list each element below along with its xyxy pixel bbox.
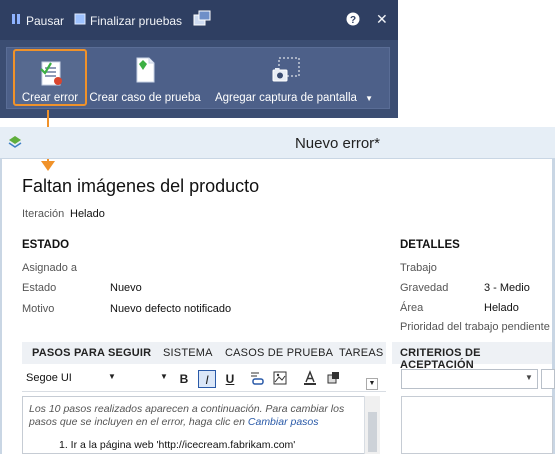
steps-scrollbar[interactable] bbox=[364, 396, 380, 454]
state-section-heading: ESTADO bbox=[22, 239, 70, 251]
reason-label: Motivo bbox=[22, 303, 55, 315]
tab-acceptance-criteria[interactable]: CRITERIOS DE ACEPTACIÓN bbox=[400, 347, 552, 371]
pause-icon bbox=[10, 13, 22, 28]
help-icon: ? bbox=[346, 12, 360, 29]
insert-image-icon[interactable] bbox=[271, 370, 289, 388]
tab-steps[interactable]: PASOS PARA SEGUIR bbox=[32, 347, 151, 359]
reason-field[interactable]: Nuevo defecto notificado bbox=[110, 303, 231, 315]
create-test-case-label: Crear caso de prueba bbox=[89, 92, 201, 104]
acceptance-criteria-editor[interactable] bbox=[401, 396, 553, 454]
switch-window-button[interactable] bbox=[193, 10, 211, 31]
acceptance-font-select[interactable] bbox=[401, 369, 538, 389]
add-screenshot-label: Agregar captura de pantalla ▼ bbox=[211, 92, 377, 104]
bold-button[interactable]: B bbox=[175, 370, 193, 388]
state-field[interactable]: Nuevo bbox=[110, 282, 142, 294]
svg-text:?: ? bbox=[350, 15, 356, 26]
add-screenshot-text: Agregar captura de pantalla bbox=[214, 92, 357, 104]
help-button[interactable]: ? bbox=[346, 12, 360, 29]
work-item-titlebar: Nuevo error* bbox=[0, 127, 555, 159]
window-border-left bbox=[0, 159, 2, 454]
work-label: Trabajo bbox=[400, 262, 437, 274]
create-bug-button[interactable]: Crear error bbox=[13, 49, 87, 106]
list-item: 1. Ir a la página web 'http://icecream.f… bbox=[59, 439, 296, 451]
create-bug-label: Crear error bbox=[21, 92, 79, 104]
state-label: Estado bbox=[22, 282, 57, 294]
scrollbar-thumb[interactable] bbox=[368, 412, 377, 452]
add-screenshot-button[interactable]: Agregar captura de pantalla ▼ bbox=[211, 48, 377, 108]
test-runner-toolbar: Pausar Finalizar pruebas ? ✕ Crear error… bbox=[0, 0, 398, 118]
formatting-toolbar: Segoe UI ▼ ▼ B I U ▼ bbox=[22, 366, 386, 392]
tab-tasks[interactable]: TAREAS bbox=[339, 347, 383, 359]
font-family-select[interactable]: Segoe UI bbox=[26, 372, 72, 384]
finish-tests-label: Finalizar pruebas bbox=[90, 13, 183, 28]
steps-note: Los 10 pasos realizados aparecen a conti… bbox=[29, 403, 349, 429]
font-color-icon[interactable] bbox=[301, 370, 319, 388]
font-size-chevron-icon[interactable]: ▼ bbox=[160, 372, 168, 381]
italic-button[interactable]: I bbox=[198, 370, 216, 388]
assigned-to-label: Asignado a bbox=[22, 262, 78, 274]
finish-tests-button[interactable]: Finalizar pruebas bbox=[74, 13, 182, 28]
close-icon: ✕ bbox=[376, 11, 388, 27]
severity-label: Gravedad bbox=[400, 282, 449, 294]
tab-test-cases[interactable]: CASOS DE PRUEBA bbox=[225, 347, 333, 359]
chevron-down-icon[interactable]: ▼ bbox=[365, 94, 373, 103]
bug-form-icon bbox=[39, 59, 65, 90]
test-runner-topbar: Pausar Finalizar pruebas ? ✕ bbox=[0, 0, 398, 40]
area-field[interactable]: Helado bbox=[484, 302, 519, 314]
change-steps-link[interactable]: Cambiar pasos bbox=[248, 416, 319, 428]
window-switch-icon bbox=[193, 10, 211, 31]
window-title: Nuevo error* bbox=[294, 135, 381, 152]
screenshot-icon bbox=[271, 56, 303, 87]
work-item-title[interactable]: Faltan imágenes del producto bbox=[22, 176, 259, 197]
backlog-priority-label: Prioridad del trabajo pendiente bbox=[400, 321, 550, 333]
pause-label: Pausar bbox=[26, 13, 65, 28]
acceptance-size-select[interactable] bbox=[541, 369, 555, 389]
details-tabs: PASOS PARA SEGUIR SISTEMA CASOS DE PRUEB… bbox=[22, 342, 386, 364]
highlight-icon[interactable] bbox=[324, 370, 342, 388]
steps-editor[interactable]: Los 10 pasos realizados aparecen a conti… bbox=[22, 396, 380, 454]
severity-field[interactable]: 3 - Medio bbox=[484, 282, 530, 294]
tab-system[interactable]: SISTEMA bbox=[163, 347, 213, 359]
assigned-to-field[interactable] bbox=[110, 262, 230, 276]
close-button[interactable]: ✕ bbox=[376, 11, 388, 28]
insert-link-icon[interactable] bbox=[248, 370, 266, 388]
test-case-icon bbox=[133, 56, 157, 87]
chevron-down-icon[interactable]: ▼ bbox=[108, 372, 116, 381]
area-label: Área bbox=[400, 302, 424, 314]
iteration-label: Iteración bbox=[22, 208, 65, 220]
create-test-case-button[interactable]: Crear caso de prueba bbox=[89, 48, 201, 108]
acceptance-criteria-header: CRITERIOS DE ACEPTACIÓN bbox=[392, 342, 552, 371]
arrow-down-icon bbox=[41, 161, 55, 171]
iteration-field[interactable]: Helado bbox=[70, 208, 105, 220]
chevron-down-icon[interactable]: ▼ bbox=[525, 373, 533, 382]
pause-button[interactable]: Pausar bbox=[10, 13, 64, 28]
details-section-heading: DETALLES bbox=[400, 239, 460, 251]
underline-button[interactable]: U bbox=[221, 370, 239, 388]
toolbar-expand-icon[interactable]: ▼ bbox=[366, 378, 378, 390]
action-ribbon: Crear error Crear caso de prueba Agregar… bbox=[6, 47, 390, 109]
stop-icon bbox=[74, 13, 86, 28]
